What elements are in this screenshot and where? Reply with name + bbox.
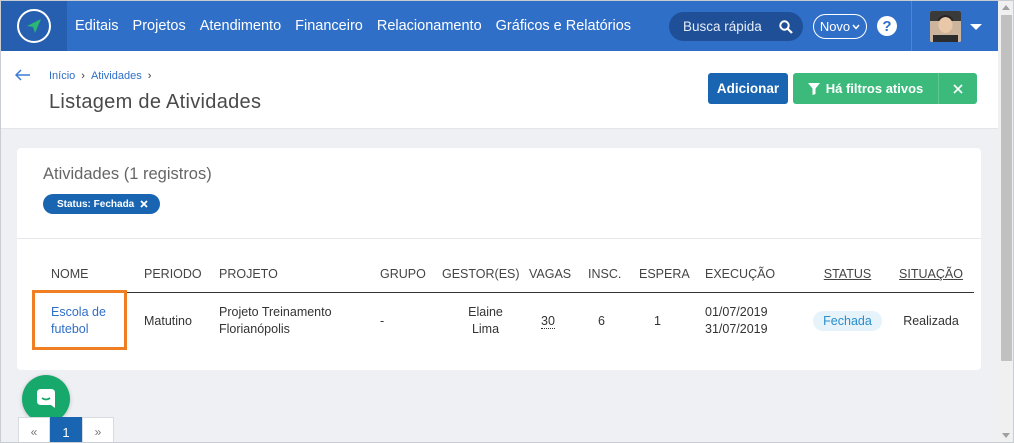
cell-periodo: Matutino [144,314,192,329]
nav-graficos-relatorios[interactable]: Gráficos e Relatórios [496,18,631,34]
add-button[interactable]: Adicionar [708,73,788,104]
scroll-up-arrow-icon[interactable] [1002,5,1010,10]
col-grupo[interactable]: GRUPO [380,256,442,293]
novo-label: Novo [819,19,851,34]
active-filters-label: Há filtros ativos [825,81,924,96]
page-header: Início › Atividades › Listagem de Ativid… [1,51,998,129]
status-filter-chip: Status: Fechada [43,194,161,214]
activities-table: NOME PERIODO PROJETO GRUPO GESTOR(ES) VA… [43,256,974,350]
cell-vagas[interactable]: 30 [529,292,588,350]
col-projeto[interactable]: PROJETO [219,256,380,293]
status-badge: Fechada [813,311,882,332]
cell-status: Fechada [807,292,888,350]
nav-projetos[interactable]: Projetos [133,18,186,34]
page-scrollbar[interactable] [998,1,1013,442]
cell-execucao: 01/07/2019 31/07/2019 [705,305,768,337]
col-nome[interactable]: NOME [43,256,144,293]
app-window: Editais Projetos Atendimento Financeiro … [0,0,1014,443]
activities-card: Atividades (1 registros) Status: Fechada… [17,148,981,370]
search-icon[interactable] [779,19,793,34]
breadcrumb-separator-icon: › [81,70,85,82]
cell-gestores: Elaine Lima [468,305,503,337]
logo-icon [17,9,51,43]
cell-situacao: Realizada [903,314,959,329]
col-insc[interactable]: INSC. [588,256,639,293]
help-icon[interactable]: ? [877,16,897,36]
chevron-down-icon [852,24,860,30]
chat-support-button[interactable] [22,375,70,423]
col-gestores[interactable]: GESTOR(ES) [442,256,529,293]
close-icon [953,83,963,94]
highlight-annotation [32,290,127,350]
novo-button[interactable]: Novo [813,14,867,39]
user-avatar[interactable] [930,11,961,42]
active-filters-button[interactable]: Há filtros ativos [793,73,938,104]
card-divider [17,238,981,239]
pagination-prev[interactable]: « [18,417,50,442]
col-vagas[interactable]: VAGAS [529,256,588,293]
back-arrow-icon[interactable] [14,68,31,86]
breadcrumb-separator-icon: › [147,70,152,82]
cell-projeto: Projeto Treinamento Florianópolis [219,305,332,337]
cell-espera: 1 [654,314,661,329]
col-periodo[interactable]: PERIODO [144,256,219,293]
col-execucao[interactable]: EXECUÇÃO [705,256,807,293]
vagas-value[interactable]: 30 [541,314,555,330]
col-situacao-label: SITUAÇÃO [899,266,963,281]
user-menu-caret-icon[interactable] [970,24,982,30]
col-espera[interactable]: ESPERA [639,256,705,293]
breadcrumb-atividades[interactable]: Atividades [91,70,142,82]
page-title: Listagem de Atividades [49,91,262,113]
pagination-page-1[interactable]: 1 [50,417,82,442]
nav-editais[interactable]: Editais [75,18,119,34]
cell-grupo: - [380,314,385,329]
card-title: Atividades (1 registros) [43,165,212,183]
cell-insc: 6 [598,314,605,329]
scroll-down-arrow-icon[interactable] [1002,433,1010,438]
chip-close-icon[interactable] [140,200,148,208]
logo[interactable] [1,1,67,51]
breadcrumb-inicio[interactable]: Início [49,70,75,82]
main-nav: Editais Projetos Atendimento Financeiro … [75,18,645,34]
pagination: « 1 » [18,417,114,442]
scroll-thumb[interactable] [1001,15,1012,361]
table-row: Escola de futebol Matutino Projeto Treina… [43,292,974,350]
col-status[interactable]: STATUS [807,256,888,293]
nav-atendimento[interactable]: Atendimento [200,18,281,34]
quick-search [669,12,803,41]
status-filter-chip-label: Status: Fechada [57,198,135,210]
chat-icon [37,389,55,408]
navbar-divider [911,1,912,51]
col-status-label: STATUS [823,266,872,281]
col-situacao[interactable]: SITUAÇÃO [888,256,974,293]
table-header-row: NOME PERIODO PROJETO GRUPO GESTOR(ES) VA… [43,256,974,293]
clear-filters-button[interactable] [938,73,977,104]
breadcrumb: Início › Atividades › [49,70,151,82]
nav-financeiro[interactable]: Financeiro [295,18,363,34]
pagination-next[interactable]: » [82,417,114,442]
filter-icon [807,82,820,95]
nav-relacionamento[interactable]: Relacionamento [377,18,482,34]
quick-search-input[interactable] [683,19,779,34]
top-navbar: Editais Projetos Atendimento Financeiro … [1,1,998,51]
